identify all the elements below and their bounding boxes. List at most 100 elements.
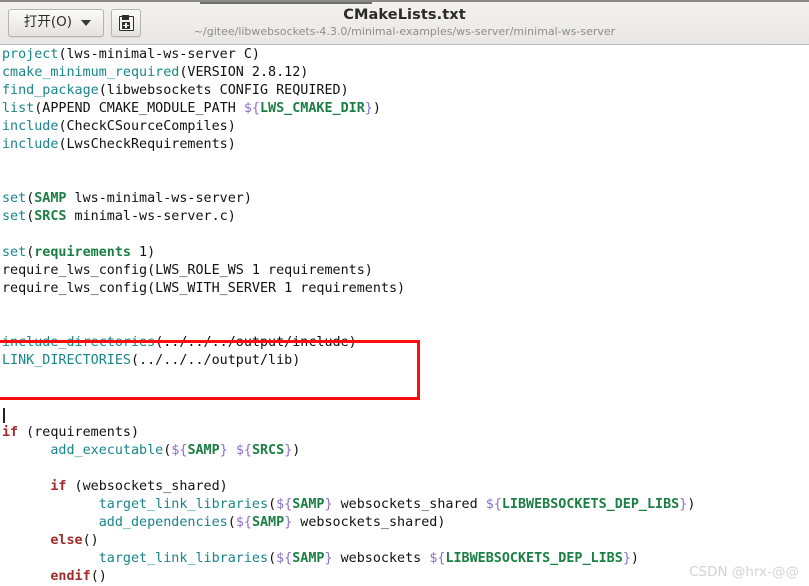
code-line: LINK_DIRECTORIES(../../../output/lib) (2, 352, 695, 370)
code-line: set(SRCS minimal-ws-server.c) (2, 208, 695, 226)
code-token: SAMP (34, 191, 67, 206)
code-token: (CheckCSourceCompiles) (58, 119, 236, 134)
code-token: project (2, 47, 59, 62)
code-token: websockets (332, 551, 430, 566)
code-token: include_directories (2, 335, 156, 350)
code-token: } (324, 551, 333, 566)
code-token: SRCS (34, 209, 67, 224)
chevron-down-icon[interactable] (81, 20, 92, 26)
code-token: target_link_libraries (98, 551, 269, 566)
code-line: include(LwsCheckRequirements) (2, 136, 695, 154)
code-token: ${ (429, 551, 446, 566)
code-line: require_lws_config(LWS_WITH_SERVER 1 req… (2, 280, 695, 298)
code-token: LIBWEBSOCKETS_DEP_LIBS (501, 497, 680, 512)
code-token: ) (292, 443, 301, 458)
code-token: SAMP (292, 497, 325, 512)
code-token: endif (50, 569, 91, 584)
code-token: target_link_libraries (98, 497, 269, 512)
code-token: lws-minimal-ws-server) (66, 191, 252, 206)
floppy-disk-save-icon (118, 15, 134, 31)
code-token: if (50, 479, 67, 494)
code-line: include_directories(../../../output/incl… (2, 334, 695, 352)
code-token: ) (372, 101, 381, 116)
code-token: set (2, 191, 27, 206)
code-line: list(APPEND CMAKE_MODULE_PATH ${LWS_CMAK… (2, 100, 695, 118)
code-token: require_lws_config(LWS_ROLE_WS 1 require… (2, 263, 373, 278)
code-token: ${ (243, 101, 260, 116)
open-file-button[interactable]: 打开(O) (8, 9, 104, 37)
code-token: LWS_CMAKE_DIR (259, 101, 365, 116)
save-file-button[interactable] (111, 9, 141, 37)
code-line: add_executable(${SAMP} ${SRCS}) (2, 442, 695, 460)
code-token: } (219, 443, 228, 458)
code-token: () (90, 569, 107, 584)
code-line: include(CheckCSourceCompiles) (2, 118, 695, 136)
code-token: } (622, 551, 631, 566)
code-token: LINK_DIRECTORIES (2, 353, 131, 368)
code-token: SAMP (251, 515, 285, 530)
code-token: (lws-minimal-ws-server C) (58, 47, 260, 62)
code-line: endif() (2, 568, 695, 586)
code-line: set(SAMP lws-minimal-ws-server) (2, 190, 695, 208)
code-token: } (324, 497, 333, 512)
code-token: ( (227, 515, 236, 530)
code-token: SRCS (251, 443, 285, 458)
code-token: if (2, 425, 19, 440)
code-token: ${ (235, 515, 252, 530)
code-token: set (2, 209, 27, 224)
code-token: ${ (485, 497, 502, 512)
code-token: (../../../output/lib) (131, 353, 301, 368)
code-line: project(lws-minimal-ws-server C) (2, 46, 695, 64)
code-token: ${ (276, 551, 293, 566)
code-token: () (82, 533, 99, 548)
toolbar-left: 打开(O) (0, 9, 141, 37)
code-token: minimal-ws-server.c) (66, 209, 236, 224)
code-token: (APPEND CMAKE_MODULE_PATH (34, 101, 244, 116)
code-line: set(requirements 1) (2, 244, 695, 262)
code-token: SAMP (187, 443, 220, 458)
code-token: find_package (2, 83, 99, 98)
code-line: add_dependencies(${SAMP} websockets_shar… (2, 514, 695, 532)
code-token: (VERSION 2.8.12) (179, 65, 309, 80)
window-titlebar: 打开(O) CMakeLists.txt ~/gitee/libwebsocke… (0, 0, 809, 45)
code-token: list (2, 101, 35, 116)
code-line: target_link_libraries(${SAMP} websockets… (2, 550, 695, 568)
open-file-label: 打开(O) (23, 14, 73, 31)
code-token: ) (630, 551, 639, 566)
code-token: include (2, 137, 59, 152)
code-token: (libwebsockets CONFIG REQUIRED) (98, 83, 349, 98)
file-path-subtitle: ~/gitee/libwebsockets-4.3.0/minimal-exam… (193, 24, 616, 38)
code-line: if (websockets_shared) (2, 478, 695, 496)
code-token: ) (687, 497, 696, 512)
code-line: if (requirements) (2, 424, 695, 442)
code-text[interactable]: project(lws-minimal-ws-server C) cmake_mi… (2, 46, 695, 586)
code-token: SAMP (292, 551, 325, 566)
code-token: 1) (131, 245, 156, 260)
code-token: add_executable (50, 443, 164, 458)
code-token: else (50, 533, 83, 548)
watermark-label: CSDN @hrx-@@ (689, 564, 799, 580)
code-token: ${ (235, 443, 252, 458)
code-token: ${ (276, 497, 293, 512)
code-token: requirements (34, 245, 131, 260)
code-token: ( (268, 497, 277, 512)
code-token: require_lws_config(LWS_WITH_SERVER 1 req… (2, 281, 406, 296)
code-line: require_lws_config(LWS_ROLE_WS 1 require… (2, 262, 695, 280)
code-token: (requirements) (18, 425, 140, 440)
tab-notch (0, 2, 200, 5)
code-editor[interactable]: project(lws-minimal-ws-server C) cmake_mi… (0, 45, 809, 586)
code-token: ( (268, 551, 277, 566)
code-line: find_package(libwebsockets CONFIG REQUIR… (2, 82, 695, 100)
